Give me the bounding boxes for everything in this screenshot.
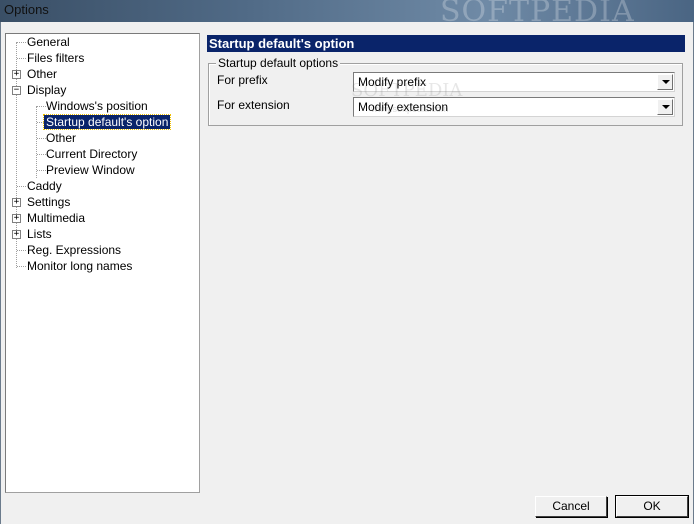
expand-plus-icon[interactable]: + (12, 70, 21, 79)
prefix-label: For prefix (217, 73, 268, 87)
group-title: Startup default options (216, 56, 341, 70)
tree-item-other[interactable]: Other (25, 66, 59, 82)
panel-header: Startup default's option (207, 35, 685, 52)
tree-item-lists[interactable]: Lists (25, 226, 54, 242)
tree-item-windows-position[interactable]: Windows's position (44, 98, 150, 114)
ok-button-label: OK (643, 499, 661, 513)
softpedia-watermark: SOFTPEDIA (351, 80, 463, 101)
tree-item-label: Lists (27, 227, 52, 241)
tree-item-label: Reg. Expressions (27, 243, 122, 257)
tree-item-general[interactable]: General (25, 34, 72, 50)
tree-item-label: General (27, 35, 70, 49)
tree-item-display[interactable]: Display (25, 82, 68, 98)
tree-item-label: Multimedia (27, 211, 86, 225)
chevron-down-icon[interactable] (657, 74, 673, 90)
title-bar: Options SOFTPEDIA (0, 0, 694, 29)
tree-item-caddy[interactable]: Caddy (25, 178, 64, 194)
ok-button[interactable]: OK (615, 495, 689, 518)
tree-item-multimedia[interactable]: Multimedia (25, 210, 87, 226)
tree-display-line (36, 106, 37, 178)
tree-item-label: Current Directory (46, 147, 138, 161)
expand-plus-icon[interactable]: + (12, 230, 21, 239)
tree-item-label: Other (46, 131, 77, 145)
tree-item-current-directory[interactable]: Current Directory (44, 146, 139, 162)
tree-item-files-filters[interactable]: Files filters (25, 50, 86, 66)
expand-plus-icon[interactable]: + (12, 198, 21, 207)
tree-item-settings[interactable]: Settings (25, 194, 72, 210)
tree-item-label: Windows's position (46, 99, 148, 113)
expand-plus-icon[interactable]: + (12, 214, 21, 223)
tree-item-reg-expressions[interactable]: Reg. Expressions (25, 242, 123, 258)
tree-item-label: Startup default's option (42, 114, 172, 130)
tree-item-monitor-long-names[interactable]: Monitor long names (25, 258, 134, 274)
tree-item-label: Preview Window (46, 163, 135, 177)
chevron-down-icon[interactable] (657, 99, 673, 115)
cancel-button[interactable]: Cancel (535, 496, 607, 517)
tree-item-label: Other (27, 67, 58, 81)
tree-item-label: Display (27, 83, 67, 97)
window-title: Options (4, 2, 49, 17)
tree-item-label: Files filters (27, 51, 85, 65)
extension-label: For extension (217, 98, 290, 112)
tree-item-startup-default-option[interactable]: Startup default's option (42, 114, 172, 130)
collapse-minus-icon[interactable]: − (12, 86, 21, 95)
tree-item-label: Caddy (27, 179, 62, 193)
options-window: General Files filters + Other − Display … (0, 22, 694, 524)
cancel-button-label: Cancel (552, 499, 590, 513)
tree-item-display-other[interactable]: Other (44, 130, 78, 146)
softpedia-watermark-url: www.softpedia.com (371, 104, 449, 114)
tree-item-label: Settings (27, 195, 71, 209)
tree-item-label: Monitor long names (27, 259, 133, 273)
tree-item-preview-window[interactable]: Preview Window (44, 162, 137, 178)
options-tree[interactable]: General Files filters + Other − Display … (5, 33, 200, 493)
